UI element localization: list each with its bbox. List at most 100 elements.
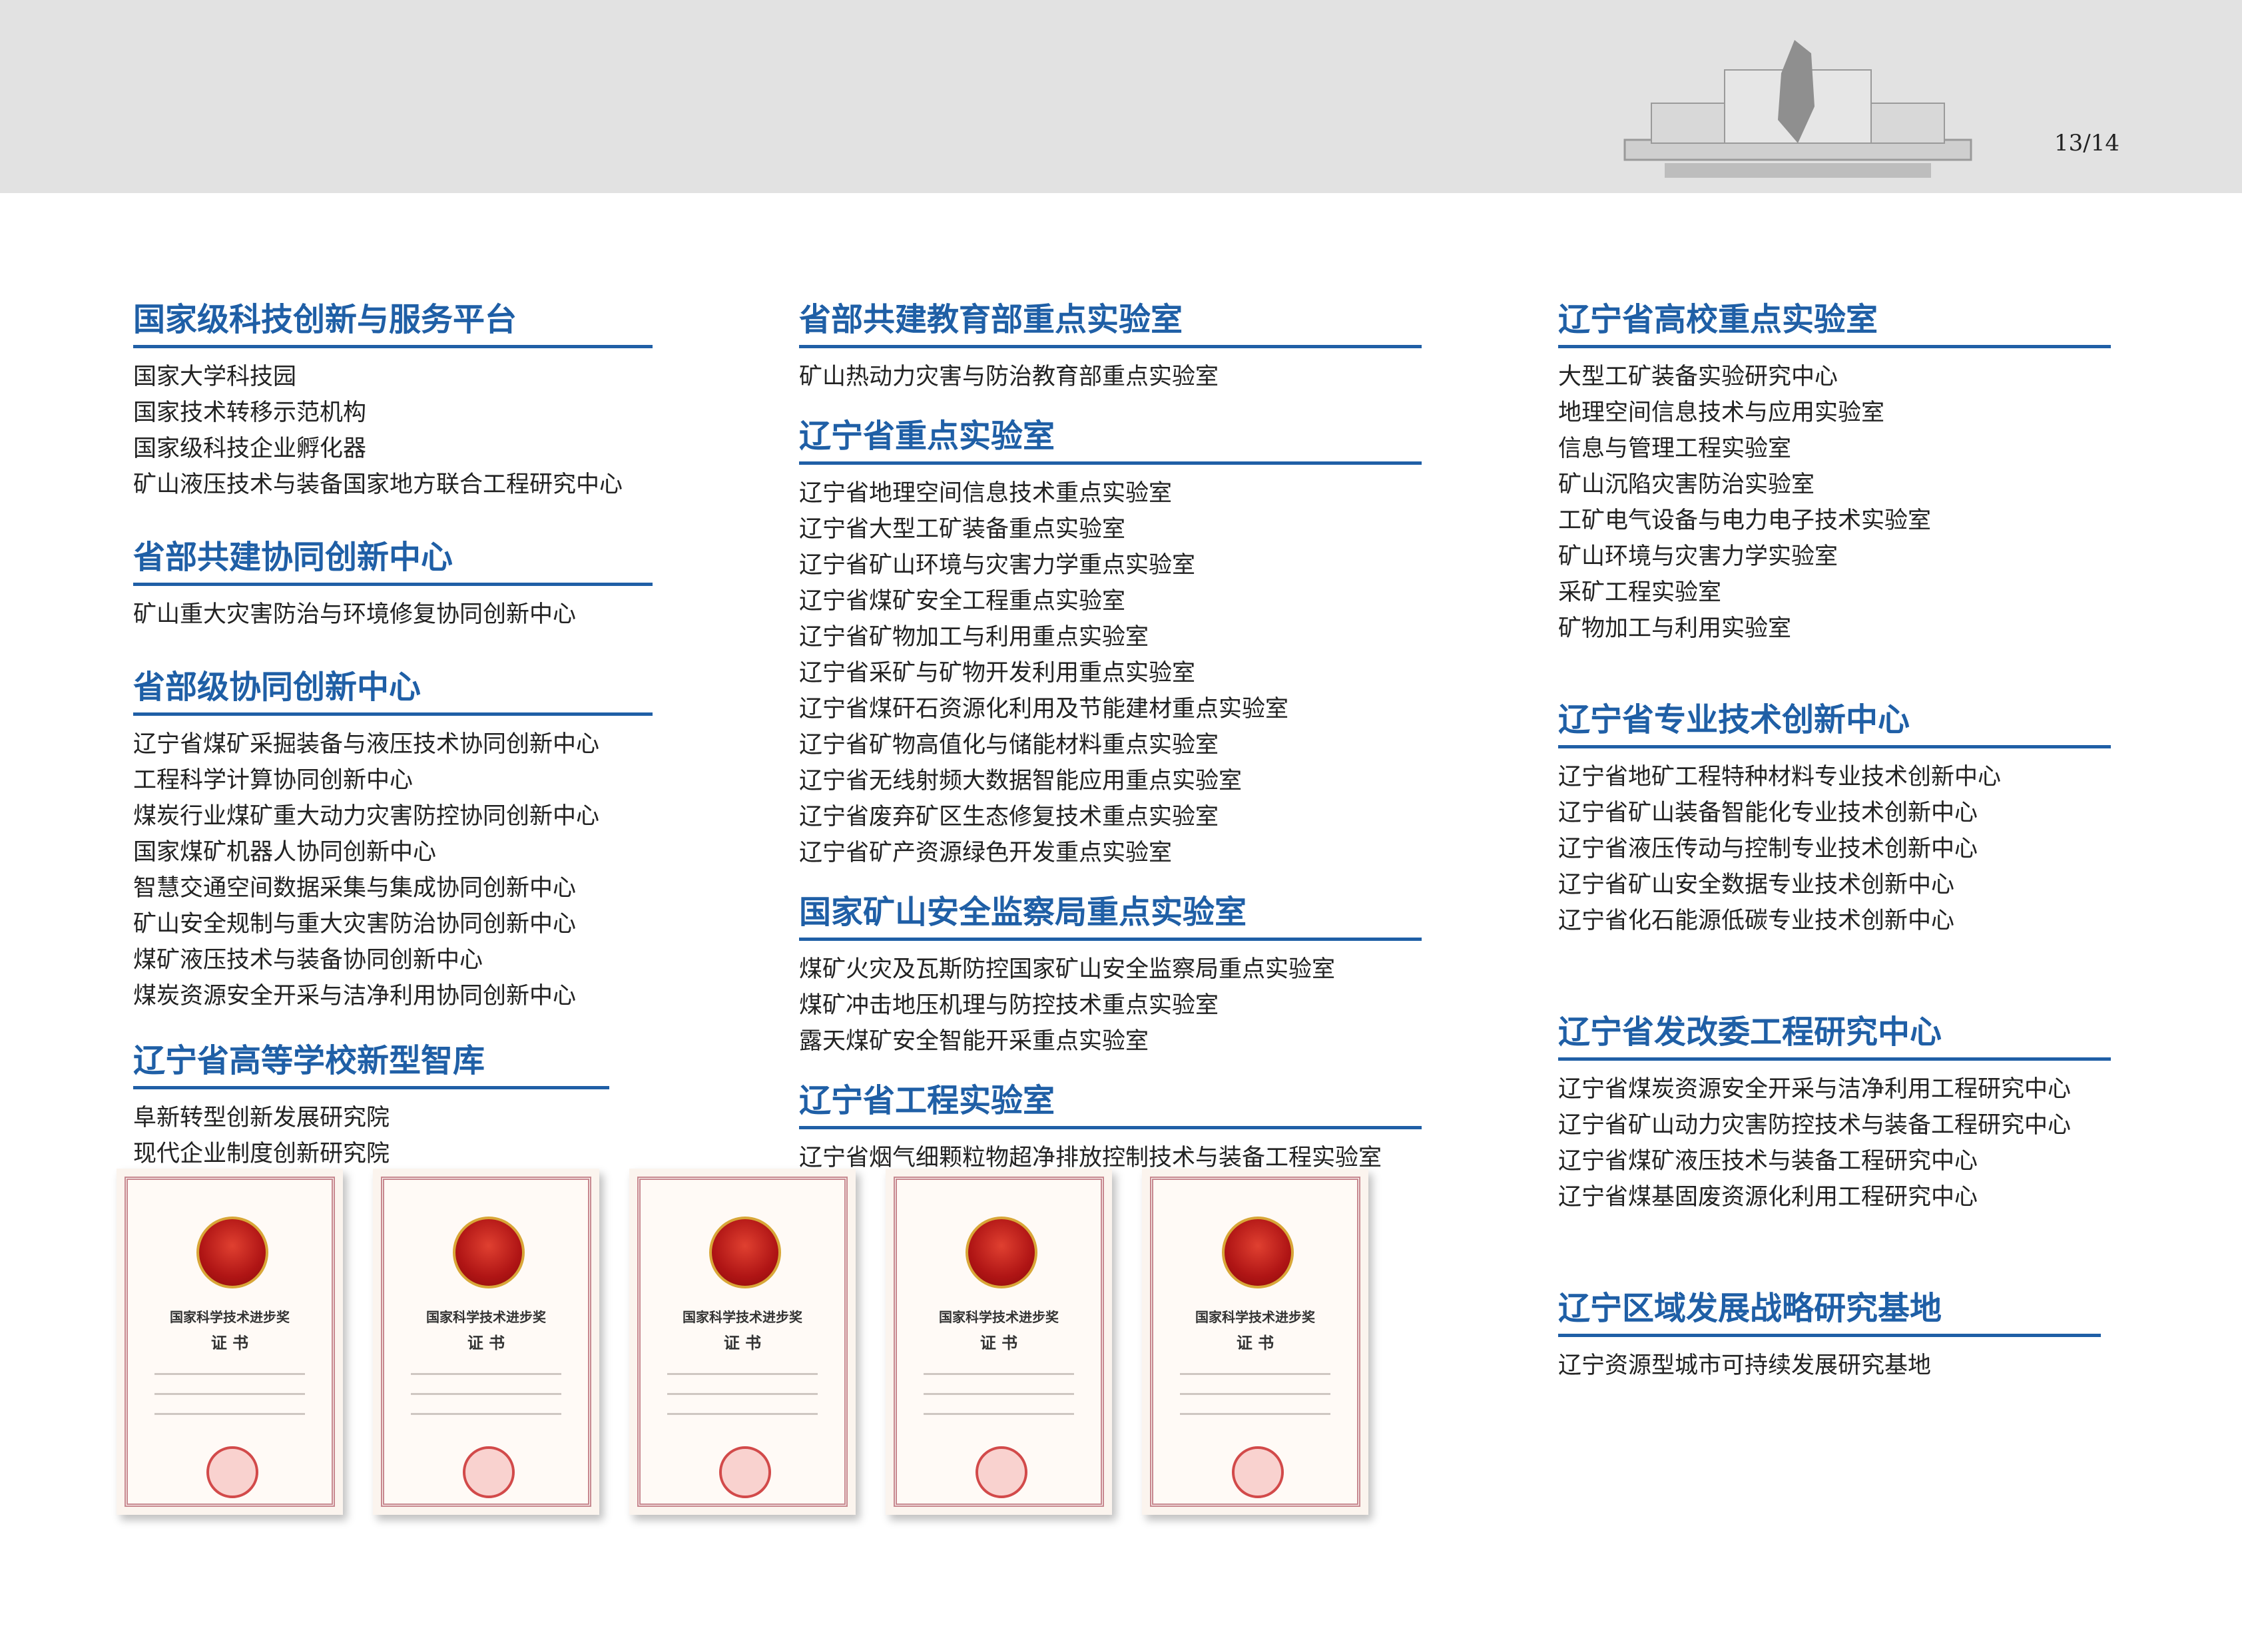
list-item: 采矿工程实验室 [1558,579,1722,606]
list-item: 辽宁省煤矿安全工程重点实验室 [799,588,1126,615]
list-item: 辽宁省煤炭资源安全开采与洁净利用工程研究中心 [1558,1076,2072,1103]
certificate-title: 国家科学技术进步奖 [683,1309,802,1325]
list-item: 国家技术转移示范机构 [133,400,367,426]
list-item: 辽宁省矿山环境与灾害力学重点实验室 [799,552,1196,579]
certificate-title: 国家科学技术进步奖 [939,1309,1059,1325]
page-number: 13/14 [2054,130,2119,156]
list-item: 辽宁省废弃矿区生态修复技术重点实验室 [799,804,1219,830]
list-item: 露天煤矿安全智能开采重点实验室 [799,1028,1149,1055]
certificate-image: 国家科学技术进步奖 证 书 [629,1169,856,1515]
list-item: 矿山重大灾害防治与环境修复协同创新中心 [133,601,577,628]
list-item: 信息与管理工程实验室 [1558,435,1792,462]
list-item: 辽宁省矿物加工与利用重点实验室 [799,624,1149,651]
list-item: 国家级科技企业孵化器 [133,435,367,462]
list-item: 辽宁省无线射频大数据智能应用重点实验室 [799,768,1243,794]
list-item: 矿山安全规制与重大灾害防治协同创新中心 [133,911,577,938]
national-emblem-icon [196,1217,268,1288]
list-item: 辽宁省矿物高值化与储能材料重点实验室 [799,732,1219,758]
section-ndrc-center: 辽宁省发改委工程研究中心 辽宁省煤炭资源安全开采与洁净利用工程研究中心 辽宁省矿… [1558,1005,2111,1215]
section-innovation-center: 辽宁省专业技术创新中心 辽宁省地矿工程特种材料专业技术创新中心 辽宁省矿山装备智… [1558,693,2111,939]
section-national-platform: 国家级科技创新与服务平台 国家大学科技园 国家技术转移示范机构 国家级科技企业孵… [133,293,653,503]
list-item: 矿山环境与灾害力学实验室 [1558,543,1838,570]
list-item: 辽宁省地理空间信息技术重点实验室 [799,480,1173,507]
list-item: 矿山液压技术与装备国家地方联合工程研究中心 [133,471,623,498]
list-item: 辽宁省液压传动与控制专业技术创新中心 [1558,836,1978,862]
certificate-title: 国家科学技术进步奖 [426,1309,546,1325]
section-title: 辽宁省工程实验室 [799,1074,1422,1129]
list-item: 矿山沉陷灾害防治实验室 [1558,471,1815,498]
list-item: 矿物加工与利用实验室 [1558,615,1792,642]
certificate-subtitle: 证 书 [467,1333,505,1352]
section-title: 辽宁省重点实验室 [799,410,1422,465]
list-item: 辽宁省矿产资源绿色开发重点实验室 [799,840,1173,866]
section-title: 省部共建协同创新中心 [133,531,653,586]
section-title: 省部共建教育部重点实验室 [799,293,1422,348]
national-emblem-icon [966,1217,1037,1288]
campus-building-logo [1623,40,1972,178]
section-title: 辽宁省专业技术创新中心 [1558,693,2111,748]
certificate-image: 国家科学技术进步奖 证 书 [886,1169,1112,1515]
list-item: 工程科学计算协同创新中心 [133,767,414,794]
list-item: 辽宁省煤矿液压技术与装备工程研究中心 [1558,1148,1978,1175]
section-title: 国家级科技创新与服务平台 [133,293,653,348]
list-item: 工矿电气设备与电力电子技术实验室 [1558,507,1932,534]
list-item: 辽宁省煤矸石资源化利用及节能建材重点实验室 [799,696,1289,722]
seal-icon [463,1446,515,1498]
column-middle: 省部共建教育部重点实验室 矿山热动力灾害与防治教育部重点实验室 辽宁省重点实验室… [799,293,1425,1176]
seal-icon [976,1446,1027,1498]
certificate-subtitle: 证 书 [980,1333,1018,1352]
seal-icon [1232,1446,1284,1498]
list-item: 辽宁省煤矿采掘装备与液压技术协同创新中心 [133,731,600,758]
list-item: 矿山热动力灾害与防治教育部重点实验室 [799,364,1219,390]
section-coconstructed-center: 省部共建协同创新中心 矿山重大灾害防治与环境修复协同创新中心 [133,531,653,633]
section-title: 省部级协同创新中心 [133,661,653,716]
certificate-subtitle: 证 书 [723,1333,762,1352]
certificates-strip: 国家科学技术进步奖 证 书 国家科学技术进步奖 证 书 国家科学技术进步奖 证 … [117,1169,1402,1538]
section-title: 辽宁省发改委工程研究中心 [1558,1005,2111,1061]
list-item: 辽宁省采矿与矿物开发利用重点实验室 [799,660,1196,687]
section-provincial-center: 省部级协同创新中心 辽宁省煤矿采掘装备与液压技术协同创新中心 工程科学计算协同创… [133,661,653,1014]
list-item: 辽宁省矿山安全数据专业技术创新中心 [1558,872,1955,898]
section-mine-safety-lab: 国家矿山安全监察局重点实验室 煤矿火灾及瓦斯防控国家矿山安全监察局重点实验室 煤… [799,886,1422,1059]
section-think-tank: 辽宁省高等学校新型智库 阜新转型创新发展研究院 现代企业制度创新研究院 [133,1034,609,1172]
list-item: 辽宁资源型城市可持续发展研究基地 [1558,1352,1932,1379]
list-item: 阜新转型创新发展研究院 [133,1105,390,1131]
list-item: 智慧交通空间数据采集与集成协同创新中心 [133,875,577,902]
section-provincial-lab: 辽宁省重点实验室 辽宁省地理空间信息技术重点实验室 辽宁省大型工矿装备重点实验室… [799,410,1422,871]
section-engineering-lab: 辽宁省工程实验室 辽宁省烟气细颗粒物超净排放控制技术与装备工程实验室 [799,1074,1422,1176]
seal-icon [719,1446,771,1498]
section-moe-lab: 省部共建教育部重点实验室 矿山热动力灾害与防治教育部重点实验室 [799,293,1422,395]
list-item: 煤矿冲击地压机理与防控技术重点实验室 [799,992,1219,1019]
list-item: 煤炭资源安全开采与洁净利用协同创新中心 [133,983,577,1009]
list-item: 大型工矿装备实验研究中心 [1558,364,1838,390]
list-item: 煤矿液压技术与装备协同创新中心 [133,947,483,973]
list-item: 地理空间信息技术与应用实验室 [1558,400,1885,426]
national-emblem-icon [709,1217,781,1288]
section-title: 国家矿山安全监察局重点实验室 [799,886,1422,941]
list-item: 国家煤矿机器人协同创新中心 [133,839,437,866]
list-item: 煤炭行业煤矿重大动力灾害防控协同创新中心 [133,803,600,830]
section-university-lab: 辽宁省高校重点实验室 大型工矿装备实验研究中心 地理空间信息技术与应用实验室 信… [1558,293,2111,647]
certificate-title: 国家科学技术进步奖 [1195,1309,1315,1325]
certificate-subtitle: 证 书 [1236,1333,1274,1352]
certificate-subtitle: 证 书 [210,1333,249,1352]
section-title: 辽宁区域发展战略研究基地 [1558,1282,2101,1337]
section-regional-base: 辽宁区域发展战略研究基地 辽宁资源型城市可持续发展研究基地 [1558,1282,2101,1384]
certificate-title: 国家科学技术进步奖 [170,1309,290,1325]
list-item: 辽宁省大型工矿装备重点实验室 [799,516,1126,543]
certificate-image: 国家科学技术进步奖 证 书 [1142,1169,1368,1515]
seal-icon [206,1446,258,1498]
list-item: 辽宁省矿山动力灾害防控技术与装备工程研究中心 [1558,1112,2072,1139]
section-title: 辽宁省高校重点实验室 [1558,293,2111,348]
list-item: 煤矿火灾及瓦斯防控国家矿山安全监察局重点实验室 [799,956,1336,983]
column-left: 国家级科技创新与服务平台 国家大学科技园 国家技术转移示范机构 国家级科技企业孵… [133,293,659,1172]
list-item: 辽宁省化石能源低碳专业技术创新中心 [1558,908,1955,934]
certificate-image: 国家科学技术进步奖 证 书 [117,1169,343,1515]
national-emblem-icon [1222,1217,1294,1288]
list-item: 现代企业制度创新研究院 [133,1141,390,1167]
list-item: 辽宁省煤基固废资源化利用工程研究中心 [1558,1184,1978,1211]
certificate-image: 国家科学技术进步奖 证 书 [373,1169,599,1515]
column-right: 辽宁省高校重点实验室 大型工矿装备实验研究中心 地理空间信息技术与应用实验室 信… [1558,293,2117,1384]
national-emblem-icon [453,1217,525,1288]
list-item: 辽宁省矿山装备智能化专业技术创新中心 [1558,800,1978,826]
